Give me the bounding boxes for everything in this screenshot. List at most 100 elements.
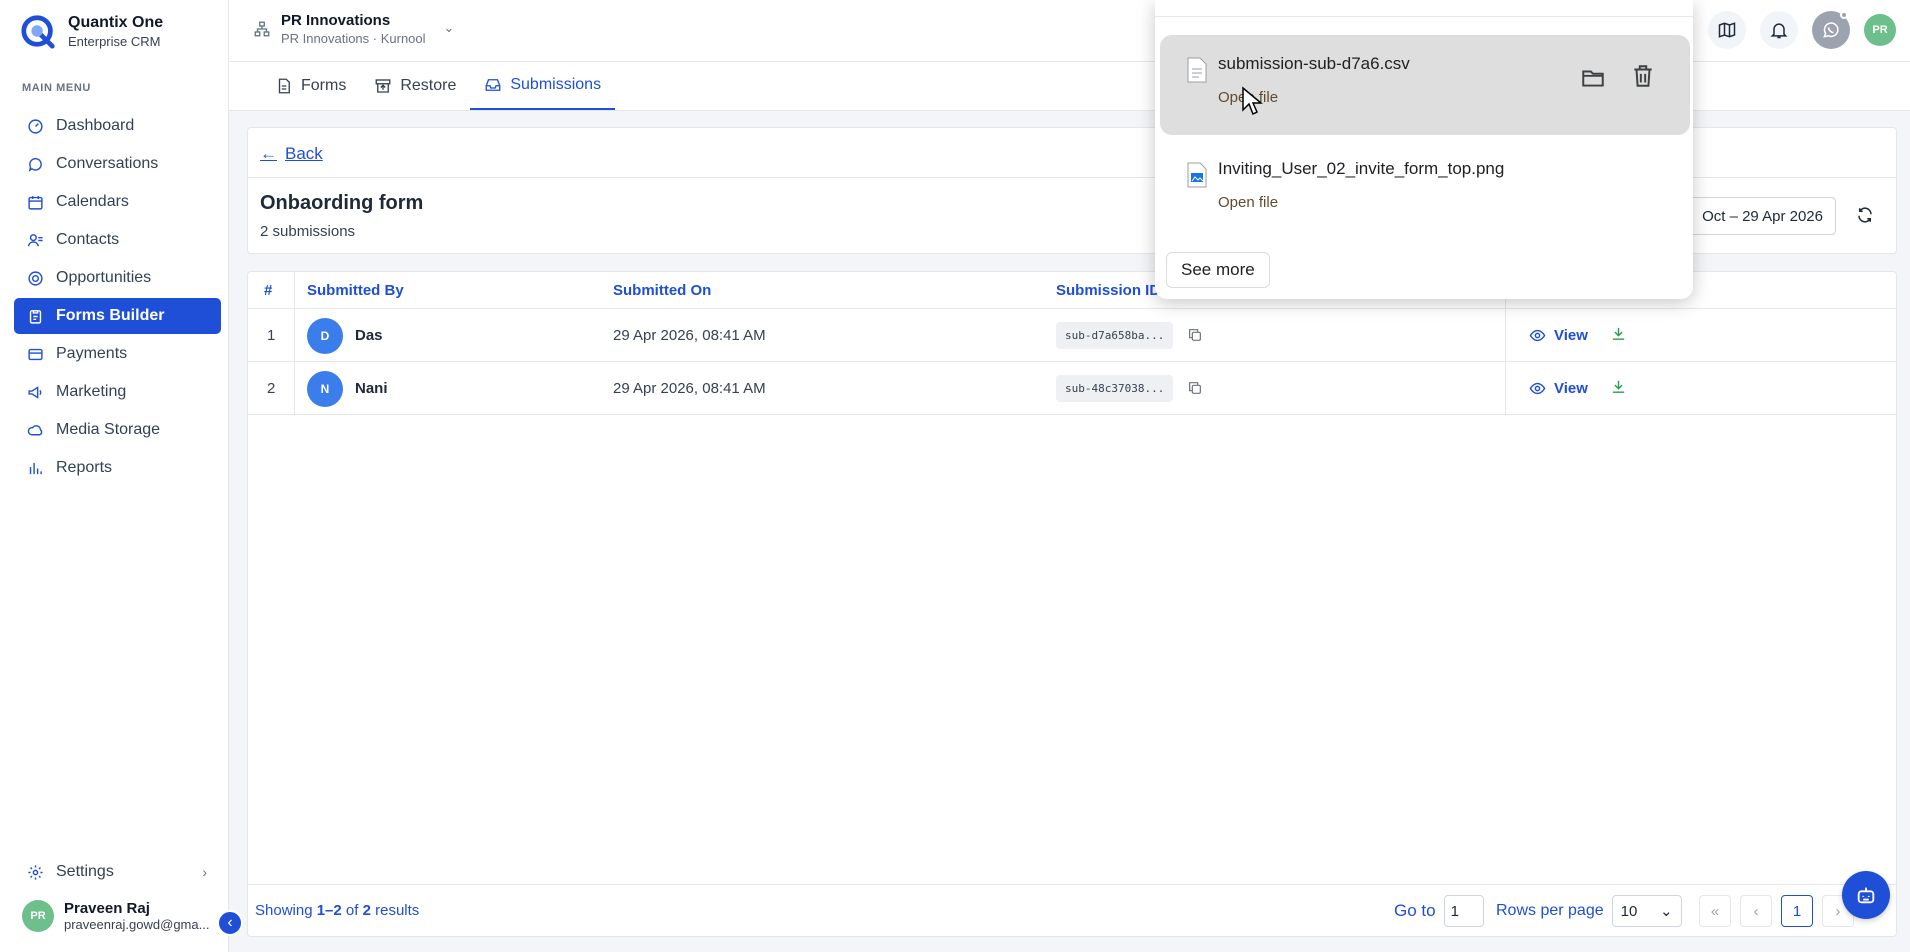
eye-icon [1529,329,1546,342]
refresh-button[interactable] [1856,206,1876,226]
sidebar-item-label: Calendars [56,193,129,210]
org-chart-icon [254,21,270,37]
view-button[interactable]: View [1529,327,1588,344]
chatbot-button[interactable] [1842,871,1890,919]
goto-page-input[interactable] [1443,895,1484,927]
column-header-submitted-by: Submitted By [307,282,404,299]
submitter-name: Das [355,327,383,344]
sidebar-item-media-storage[interactable]: Media Storage [14,412,221,448]
results-summary: Showing 1–2 of 2 results [255,902,420,919]
brand[interactable]: Quantix One Enterprise CRM [20,12,163,50]
whatsapp-button[interactable] [1812,11,1850,49]
column-header-submitted-on: Submitted On [613,282,712,299]
sidebar-item-conversations[interactable]: Conversations [14,146,221,182]
top-actions: PR [1708,11,1896,49]
submitter: D Das [307,309,383,362]
back-label: Back [285,144,323,163]
rows-per-page-value: 10 [1620,902,1638,920]
open-file-link[interactable]: Open file [1218,194,1278,211]
folder-icon [1582,70,1604,87]
chevron-down-icon: ⌄ [443,20,455,35]
submission-id: sub-d7a658ba... [1056,322,1174,349]
org-switcher[interactable]: PR Innovations PR Innovations · Kurnool … [253,12,454,46]
sidebar-item-calendars[interactable]: Calendars [14,184,221,220]
sidebar-item-reports[interactable]: Reports [14,450,221,486]
whatsapp-icon [1823,22,1839,38]
download-item[interactable]: submission-sub-d7a6.csv Open file [1160,35,1690,135]
download-icon [1612,380,1625,393]
notifications-button[interactable] [1760,11,1798,49]
submission-id: sub-48c37038... [1056,375,1174,402]
row-index: 1 [267,327,276,344]
sidebar-item-label: Dashboard [56,117,135,134]
chevron-down-icon: ⌄ [1660,903,1673,920]
arrow-left-icon: ← [260,144,277,163]
submission-id-cell: sub-48c37038... [1056,362,1205,415]
clipboard-icon [29,309,42,324]
tab-restore[interactable]: Restore [360,62,470,110]
sidebar-item-label: Opportunities [56,269,152,286]
tab-label: Forms [301,77,347,94]
user-email: praveenraj.gowd@gma... [64,917,210,932]
rows-per-page-label: Rows per page [1496,902,1604,919]
sidebar-item-opportunities[interactable]: Opportunities [14,260,221,296]
rows-per-page-select[interactable]: 10 ⌄ [1611,895,1682,927]
image-file-icon [1187,162,1207,188]
sidebar-item-label: Payments [56,345,128,362]
download-button[interactable] [1610,378,1627,399]
collapse-sidebar-button[interactable]: ‹ [217,910,243,936]
sidebar-item-forms-builder[interactable]: Forms Builder [14,298,221,334]
avatar[interactable]: PR [1864,14,1896,46]
page-button[interactable]: 1 [1781,895,1813,927]
sidebar-item-label: Reports [56,459,113,476]
show-in-folder-button[interactable] [1580,65,1608,91]
user-name: Praveen Raj [64,900,150,917]
column-header-index: # [264,282,273,299]
sidebar-item-dashboard[interactable]: Dashboard [14,108,221,144]
quantix-logo-icon [21,15,55,49]
copy-button[interactable] [1187,380,1205,398]
download-item[interactable]: Inviting_User_02_invite_form_top.png Ope… [1160,140,1690,240]
submitter: N Nani [307,362,388,415]
cloud-icon [27,424,43,435]
pagination: « ‹ 1 › [1699,895,1854,927]
date-range-picker[interactable]: Oct – 29 Apr 2026 [1686,197,1836,235]
prev-page-button[interactable]: ‹ [1740,895,1772,927]
divider [1155,16,1693,17]
sidebar-item-payments[interactable]: Payments [14,336,221,372]
goto-page: Go to [1394,895,1484,927]
view-button[interactable]: View [1529,380,1588,397]
first-page-button[interactable]: « [1699,895,1731,927]
card-icon [28,348,43,360]
bar-chart-icon [29,462,42,474]
submitter-name: Nani [355,380,388,397]
download-icon [1612,327,1625,340]
table-row: 2 N Nani 29 Apr 2026, 08:41 AM sub-48c37… [248,362,1896,415]
row-actions: View [1529,309,1627,362]
archive-icon [375,79,391,93]
document-icon [278,78,290,94]
user-profile[interactable]: PR Praveen Raj praveenraj.gowd@gma... [22,900,222,932]
table-footer: Showing 1–2 of 2 results Go to Rows per … [248,884,1896,936]
row-actions: View [1529,362,1627,415]
download-button[interactable] [1610,325,1627,346]
page-title: Onbaording form [260,192,424,214]
sidebar-item-contacts[interactable]: Contacts [14,222,221,258]
tab-label: Submissions [510,76,602,93]
tab-forms[interactable]: Forms [261,62,360,110]
settings-label: Settings [56,863,114,880]
map-button[interactable] [1708,11,1746,49]
copy-button[interactable] [1187,327,1205,345]
sidebar-item-label: Conversations [56,155,159,172]
avatar: D [307,317,343,354]
tab-submissions[interactable]: Submissions [470,62,616,110]
megaphone-icon [28,385,42,399]
see-more-button[interactable]: See more [1166,252,1270,288]
gauge-icon [28,118,43,134]
submitted-on: 29 Apr 2026, 08:41 AM [613,380,766,397]
avatar: N [307,370,343,407]
delete-download-button[interactable] [1630,63,1656,91]
back-link[interactable]: ← Back [260,144,323,164]
sidebar-item-marketing[interactable]: Marketing [14,374,221,410]
sidebar-item-settings[interactable]: Settings › [14,854,221,890]
